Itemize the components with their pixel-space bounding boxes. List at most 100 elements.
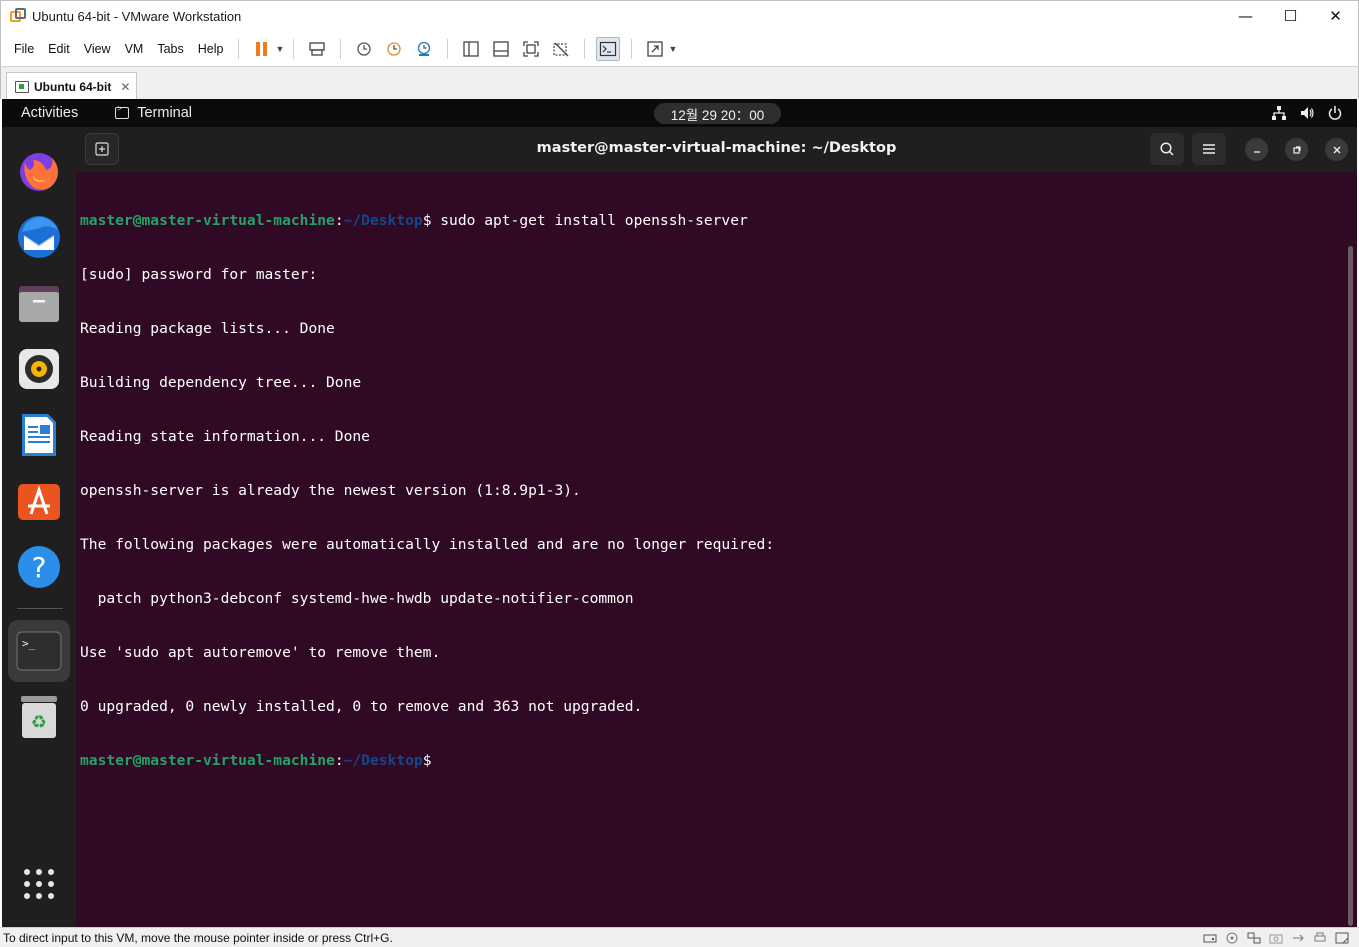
full-screen-button[interactable] xyxy=(519,37,543,61)
snapshot-manager-button[interactable] xyxy=(412,37,436,61)
output-line: Reading package lists... Done xyxy=(80,320,335,337)
dock: ? >_ ♻ xyxy=(2,127,76,927)
output-line: The following packages were automaticall… xyxy=(80,536,775,553)
current-prompt: master@master-virtual-machine:~/Desktop$ xyxy=(80,752,1340,770)
close-button[interactable]: ✕ xyxy=(1313,1,1358,31)
search-button[interactable] xyxy=(1150,133,1184,165)
menu-help[interactable]: Help xyxy=(191,42,231,56)
printer-icon[interactable] xyxy=(1313,932,1327,944)
command-text: sudo apt-get install openssh-server xyxy=(431,212,748,229)
minimize-button[interactable]: — xyxy=(1223,1,1268,31)
svg-text:♻: ♻ xyxy=(31,712,47,733)
gnome-top-bar: Activities Terminal 12월 29 20：00 xyxy=(2,99,1357,127)
vmware-statusbar: To direct input to this VM, move the mou… xyxy=(0,927,1359,947)
dock-terminal[interactable]: >_ xyxy=(8,620,70,682)
console-view-button[interactable] xyxy=(596,36,621,61)
thumbnail-bar-button[interactable] xyxy=(489,37,513,61)
guest-screen[interactable]: Activities Terminal 12월 29 20：00 xyxy=(2,99,1357,927)
cd-dvd-icon[interactable] xyxy=(1225,932,1239,944)
maximize-button[interactable]: ☐ xyxy=(1268,1,1313,31)
revert-snapshot-icon xyxy=(387,41,402,56)
volume-icon[interactable] xyxy=(1299,105,1315,121)
revert-snapshot-button[interactable] xyxy=(382,37,406,61)
toolbar-separator xyxy=(293,38,295,59)
menu-vm[interactable]: VM xyxy=(118,42,151,56)
menu-file[interactable]: File xyxy=(7,42,41,56)
trash-icon: ♻ xyxy=(21,696,57,738)
dock-help[interactable]: ? xyxy=(8,536,70,598)
hamburger-menu-button[interactable] xyxy=(1192,133,1226,165)
snapshot-button[interactable] xyxy=(352,37,376,61)
prompt-separator: : xyxy=(334,752,344,769)
pause-button[interactable] xyxy=(250,37,274,61)
app-center-icon xyxy=(18,484,60,520)
svg-text:>_: >_ xyxy=(22,637,36,650)
network-icon[interactable] xyxy=(1271,105,1287,121)
terminal-restore-button[interactable] xyxy=(1285,138,1308,161)
terminal-minimize-button[interactable] xyxy=(1245,138,1268,161)
dock-trash[interactable]: ♻ xyxy=(8,686,70,748)
dock-files[interactable] xyxy=(8,272,70,334)
dock-firefox[interactable] xyxy=(8,140,70,202)
power-icon[interactable] xyxy=(1327,105,1343,121)
prompt-user: master@master-virtual-machine xyxy=(80,752,335,769)
menu-tabs[interactable]: Tabs xyxy=(150,42,190,56)
dock-thunderbird[interactable] xyxy=(8,206,70,268)
tab-close-icon[interactable]: ✕ xyxy=(120,80,130,94)
window-title: Ubuntu 64-bit - VMware Workstation xyxy=(32,8,242,24)
console-icon xyxy=(600,41,617,56)
menu-view[interactable]: View xyxy=(77,42,118,56)
terminal-close-button[interactable] xyxy=(1325,138,1348,161)
terminal-output[interactable]: master@master-virtual-machine:~/Desktop$… xyxy=(80,176,1340,916)
usb-icon[interactable] xyxy=(1291,932,1305,944)
stretch-icon xyxy=(647,40,664,57)
pause-dropdown-icon[interactable]: ▼ xyxy=(275,44,285,54)
prompt-path: ~/Desktop xyxy=(343,752,423,769)
terminal-icon: >_ xyxy=(16,631,62,671)
output-line: openssh-server is already the newest ver… xyxy=(80,482,581,499)
terminal-headerbar: master@master-virtual-machine: ~/Desktop xyxy=(76,127,1357,172)
thumbnail-bar-icon xyxy=(493,40,510,57)
dock-libreoffice-writer[interactable] xyxy=(8,404,70,466)
libreoffice-writer-icon xyxy=(22,414,56,456)
tab-ubuntu-64-bit[interactable]: Ubuntu 64-bit ✕ xyxy=(6,72,137,100)
app-menu-terminal[interactable]: Terminal xyxy=(115,104,192,121)
command-line: master@master-virtual-machine:~/Desktop$… xyxy=(80,212,1340,230)
fit-window-icon[interactable] xyxy=(1335,932,1349,944)
library-icon xyxy=(463,40,480,57)
dock-separator xyxy=(17,608,63,609)
pause-icon xyxy=(256,41,268,56)
hard-disk-icon[interactable] xyxy=(1203,932,1217,944)
output-line: Building dependency tree... Done xyxy=(80,374,362,391)
stretch-guest-button[interactable] xyxy=(643,37,667,61)
svg-text:?: ? xyxy=(32,551,47,584)
dock-show-apps[interactable] xyxy=(8,853,70,915)
toolbar-separator xyxy=(238,38,240,59)
show-library-button[interactable] xyxy=(459,37,483,61)
activities-button[interactable]: Activities xyxy=(21,105,78,121)
terminal-small-icon xyxy=(115,104,130,119)
dock-app-center[interactable] xyxy=(8,470,70,532)
network-adapter-icon[interactable] xyxy=(1247,932,1261,944)
restore-icon xyxy=(1292,145,1301,154)
menu-edit[interactable]: Edit xyxy=(41,42,77,56)
vm-tabbar: Ubuntu 64-bit ✕ xyxy=(0,66,1359,100)
dock-rhythmbox[interactable] xyxy=(8,338,70,400)
send-ctrl-alt-del-button[interactable] xyxy=(305,37,329,61)
close-icon xyxy=(1333,146,1340,153)
firefox-icon xyxy=(20,153,58,191)
terminal-scrollbar[interactable] xyxy=(1348,246,1353,926)
vm-running-icon xyxy=(15,80,29,93)
camera-icon[interactable] xyxy=(1269,932,1283,944)
rhythmbox-icon xyxy=(19,349,59,389)
terminal-window[interactable]: master@master-virtual-machine: ~/Desktop… xyxy=(76,127,1357,927)
snapshot-manager-icon xyxy=(418,41,431,56)
clock[interactable]: 12월 29 20：00 xyxy=(654,103,781,124)
stretch-dropdown-icon[interactable]: ▼ xyxy=(668,44,678,54)
toolbar-separator xyxy=(584,38,586,59)
unity-button[interactable] xyxy=(549,37,573,61)
files-icon xyxy=(19,286,59,322)
system-tray[interactable] xyxy=(1271,99,1343,127)
prompt-dollar: $ xyxy=(422,752,432,769)
toolbar-separator xyxy=(631,38,633,59)
